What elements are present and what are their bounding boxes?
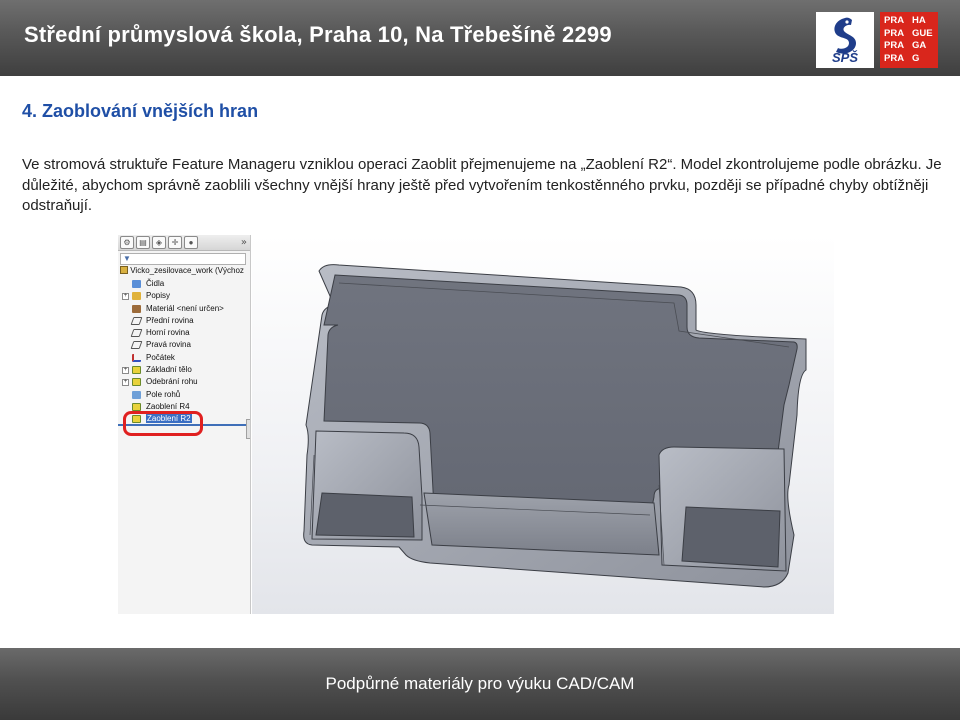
feature-icon bbox=[132, 366, 141, 375]
sps-logo-text: SPŠ bbox=[831, 50, 858, 65]
tree-item-label: Materiál <není určen> bbox=[146, 303, 224, 313]
tree-item[interactable]: Počátek bbox=[118, 352, 250, 364]
tree-item[interactable]: Pole rohů bbox=[118, 389, 250, 401]
tree-item-label: Odebrání rohu bbox=[146, 377, 198, 387]
tree-item-list: Čidla + Popisy Materiál <není určen> Přední … bbox=[118, 278, 250, 426]
feature-tree-tab-icon[interactable]: ⚙ bbox=[120, 236, 134, 249]
feature-icon bbox=[132, 402, 141, 411]
footer-bar: Podpůrné materiály pro výuku CAD/CAM bbox=[0, 648, 960, 720]
tree-item[interactable]: Přední rovina bbox=[118, 315, 250, 327]
tree-item-label: Zaoblení R4 bbox=[146, 401, 190, 411]
school-title: Střední průmyslová škola, Praha 10, Na T… bbox=[24, 22, 612, 47]
tree-filter-input[interactable]: ▼ bbox=[120, 253, 246, 265]
plane-icon bbox=[130, 341, 143, 350]
tree-item-label: Pravá rovina bbox=[146, 340, 191, 350]
tree-item[interactable]: Čidla bbox=[118, 278, 250, 290]
footer-text: Podpůrné materiály pro výuku CAD/CAM bbox=[325, 674, 635, 693]
tree-item[interactable]: + Základní tělo bbox=[118, 364, 250, 376]
tree-item-label: Přední rovina bbox=[146, 315, 194, 325]
notes-icon bbox=[132, 292, 141, 301]
tree-root-part[interactable]: Vicko_zesilovace_work (Výchoz bbox=[120, 266, 244, 275]
tree-item-label: Základní tělo bbox=[146, 365, 192, 375]
sps-logo: SPŠ bbox=[816, 12, 874, 68]
tree-item[interactable]: + Popisy bbox=[118, 290, 250, 302]
tree-item-label: Popisy bbox=[146, 291, 171, 301]
tree-item[interactable]: Materiál <není určen> bbox=[118, 303, 250, 315]
tree-item[interactable]: Horní rovina bbox=[118, 327, 250, 339]
sensor-icon bbox=[132, 280, 141, 288]
instruction-paragraph: Ve stromová struktuře Feature Manageru v… bbox=[22, 156, 942, 214]
property-manager-tab-icon[interactable]: ▤ bbox=[136, 236, 150, 249]
plane-icon bbox=[130, 329, 143, 338]
material-icon bbox=[132, 304, 141, 313]
expand-toggle-icon[interactable]: + bbox=[122, 379, 129, 387]
part-icon bbox=[120, 266, 128, 274]
cover-part-model bbox=[303, 264, 807, 588]
tree-item-label: Pole rohů bbox=[146, 389, 181, 399]
model-viewport[interactable] bbox=[252, 235, 834, 614]
dimxpert-tab-icon[interactable]: ✛ bbox=[168, 236, 182, 249]
feature-manager-toolbar: ⚙ ▤ ◈ ✛ ● » bbox=[118, 235, 250, 251]
panel-splitter-handle[interactable] bbox=[246, 419, 250, 439]
display-manager-tab-icon[interactable]: ● bbox=[184, 236, 198, 249]
feature-icon bbox=[132, 378, 141, 387]
feature-manager-tree[interactable]: ⚙ ▤ ◈ ✛ ● » ▼ Vicko_zesilovace_work (Výc… bbox=[118, 235, 251, 614]
expand-toggle-icon[interactable]: + bbox=[122, 293, 129, 301]
praha-logo: PRA HA PRA GUE PRA GA PRA G bbox=[880, 12, 938, 68]
expand-tabs-icon[interactable]: » bbox=[241, 237, 247, 248]
header-bar: Střední průmyslová škola, Praha 10, Na T… bbox=[0, 0, 960, 76]
model-left-pocket-floor bbox=[315, 492, 415, 538]
pattern-icon bbox=[132, 390, 141, 399]
highlight-annotation bbox=[123, 411, 203, 436]
tree-item-label: Počátek bbox=[146, 352, 175, 362]
tree-item-label: Čidla bbox=[146, 279, 165, 288]
tree-root-label: Vicko_zesilovace_work (Výchoz bbox=[130, 266, 244, 275]
origin-icon bbox=[132, 353, 141, 362]
model-front-step bbox=[423, 492, 660, 556]
configuration-tab-icon[interactable]: ◈ bbox=[152, 236, 166, 249]
filter-icon: ▼ bbox=[123, 254, 131, 263]
tree-item[interactable]: Pravá rovina bbox=[118, 339, 250, 351]
model-right-pocket-floor bbox=[681, 506, 781, 568]
cad-screenshot: ⚙ ▤ ◈ ✛ ● » ▼ Vicko_zesilovace_work (Výc… bbox=[118, 235, 834, 614]
expand-toggle-icon[interactable]: + bbox=[122, 367, 129, 375]
tree-item-label: Horní rovina bbox=[146, 328, 190, 338]
plane-icon bbox=[130, 316, 143, 325]
tree-item[interactable]: + Odebrání rohu bbox=[118, 376, 250, 388]
slide-heading: 4. Zaoblování vnějších hran bbox=[22, 101, 259, 121]
